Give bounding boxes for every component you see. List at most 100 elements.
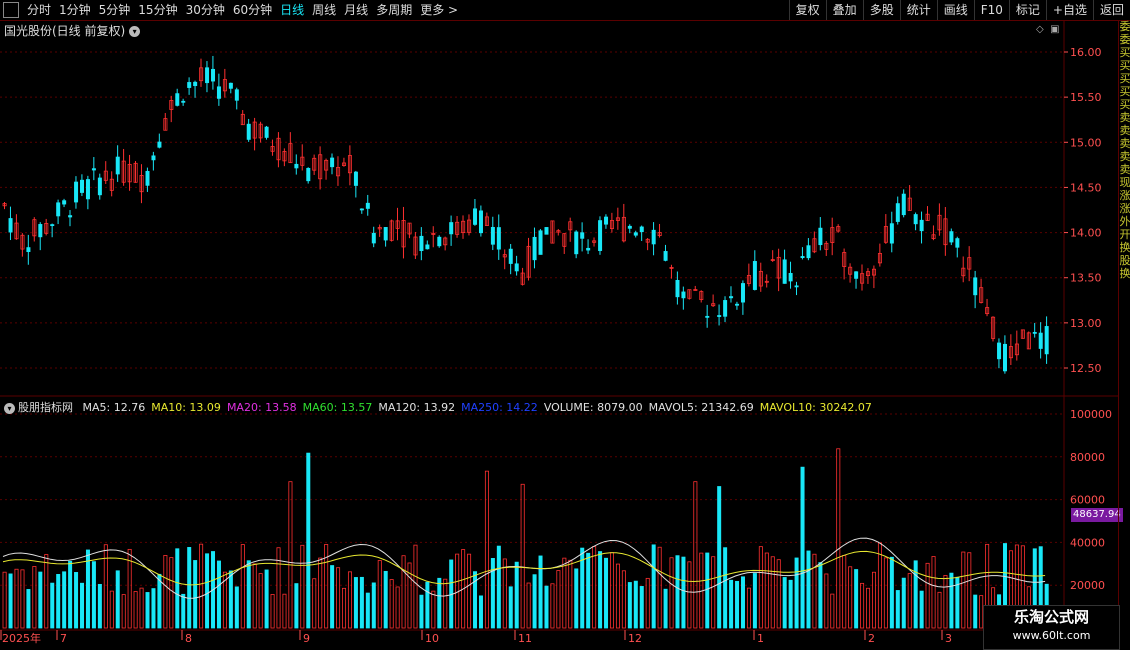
volume-bar xyxy=(216,560,221,629)
time-tick-label: 3 xyxy=(945,632,952,645)
side-strip-char: 买 xyxy=(1119,46,1130,59)
candle-body xyxy=(627,225,632,229)
candle-body xyxy=(115,156,120,175)
volume-bar xyxy=(300,544,305,629)
volume-bar xyxy=(651,544,656,629)
candle-body xyxy=(193,81,198,87)
indicator-value: MA10: 13.09 xyxy=(151,401,221,414)
price-volume-chart[interactable]: 16.00 15.50 15.00 14.50 14.00 13.50 13.00 12.50… xyxy=(0,0,1130,650)
volume-bar xyxy=(133,591,138,629)
volume-bar xyxy=(44,554,49,629)
candle-body xyxy=(794,285,799,288)
candle-body xyxy=(818,227,823,246)
price-tick-label: 12.50 xyxy=(1070,362,1102,375)
side-strip-char: 卖 xyxy=(1119,111,1130,124)
volume-bar xyxy=(615,563,620,629)
candle-body xyxy=(68,215,73,218)
volume-bar xyxy=(961,551,966,629)
candle-body xyxy=(544,227,549,235)
volume-bar xyxy=(264,569,269,629)
volume-bar xyxy=(145,592,150,629)
candle-body xyxy=(895,203,900,222)
volume-tick-label: 60000 xyxy=(1070,494,1105,507)
volume-bar xyxy=(181,593,186,629)
volume-bar xyxy=(8,573,13,629)
volume-bar xyxy=(866,587,871,629)
candle-body xyxy=(735,303,740,306)
candle-body xyxy=(246,123,251,140)
collapse-icon[interactable]: ▾ xyxy=(4,402,15,414)
side-quote-strip: 委委买买买买买卖卖卖卖卖现涨涨外开换股换 xyxy=(1118,20,1130,650)
time-tick-label: 2025年 xyxy=(2,631,41,645)
candle-body xyxy=(538,230,543,255)
volume-bar xyxy=(359,576,364,629)
candle-body xyxy=(181,100,186,103)
volume-bar xyxy=(121,594,126,629)
candle-body xyxy=(175,93,180,106)
volume-bar xyxy=(437,577,442,629)
volume-bar xyxy=(860,582,865,629)
candle-body xyxy=(574,231,579,255)
candle-body xyxy=(997,342,1002,360)
volume-bar xyxy=(895,590,900,629)
volume-bar xyxy=(681,556,686,629)
candle-body xyxy=(717,315,722,317)
volume-bar xyxy=(806,550,811,629)
volume-bar xyxy=(949,572,954,629)
volume-bar xyxy=(723,547,728,629)
time-tick-label: 1 xyxy=(757,632,764,645)
volume-bar xyxy=(532,574,537,629)
candle-body xyxy=(675,280,680,298)
candle-body xyxy=(353,171,358,186)
volume-bar xyxy=(401,555,406,629)
volume-bar xyxy=(663,588,668,629)
volume-bar xyxy=(306,452,311,629)
side-strip-char: 换 xyxy=(1119,267,1130,280)
candle-body xyxy=(949,231,954,243)
side-strip-char: 买 xyxy=(1119,72,1130,85)
volume-bar xyxy=(746,587,751,629)
volume-bar xyxy=(234,586,239,629)
indicator-name: 股朋指标网 xyxy=(18,401,73,414)
volume-bar xyxy=(169,557,174,629)
side-strip-char: 卖 xyxy=(1119,124,1130,137)
candle-body xyxy=(371,232,376,244)
volume-bar xyxy=(38,571,43,629)
volume-bar xyxy=(919,590,924,629)
volume-bar xyxy=(871,571,876,629)
volume-bar xyxy=(175,548,180,629)
candle-body xyxy=(639,226,644,233)
candle-body xyxy=(514,263,519,272)
volume-bar xyxy=(937,591,942,629)
volume-bar xyxy=(812,553,817,629)
candle-body xyxy=(1003,343,1008,372)
volume-bar xyxy=(854,569,859,629)
candle-body xyxy=(151,155,156,161)
volume-bar xyxy=(276,547,281,629)
volume-bar xyxy=(318,557,323,629)
volume-bar xyxy=(336,567,341,629)
candle-body xyxy=(1032,331,1037,334)
volume-bar xyxy=(598,551,603,629)
side-strip-char: 股 xyxy=(1119,254,1130,267)
volume-bar xyxy=(50,582,55,629)
volume-bar xyxy=(973,594,978,629)
volume-bar xyxy=(312,578,317,629)
volume-bar xyxy=(32,566,37,629)
volume-bar xyxy=(889,556,894,629)
volume-bar xyxy=(455,553,460,629)
volume-bar xyxy=(818,562,823,629)
candle-body xyxy=(889,223,894,244)
volume-bar xyxy=(752,573,757,629)
volume-bar xyxy=(365,592,370,629)
side-strip-char: 涨 xyxy=(1119,202,1130,215)
volume-bar xyxy=(842,555,847,629)
candle-body xyxy=(729,296,734,299)
volume-tick-label: 100000 xyxy=(1070,408,1112,421)
volume-bar xyxy=(115,570,120,629)
volume-bar xyxy=(913,560,918,629)
side-strip-char: 开 xyxy=(1119,228,1130,241)
candle-body xyxy=(449,222,454,235)
candle-body xyxy=(294,163,299,169)
volume-bar xyxy=(502,558,507,629)
